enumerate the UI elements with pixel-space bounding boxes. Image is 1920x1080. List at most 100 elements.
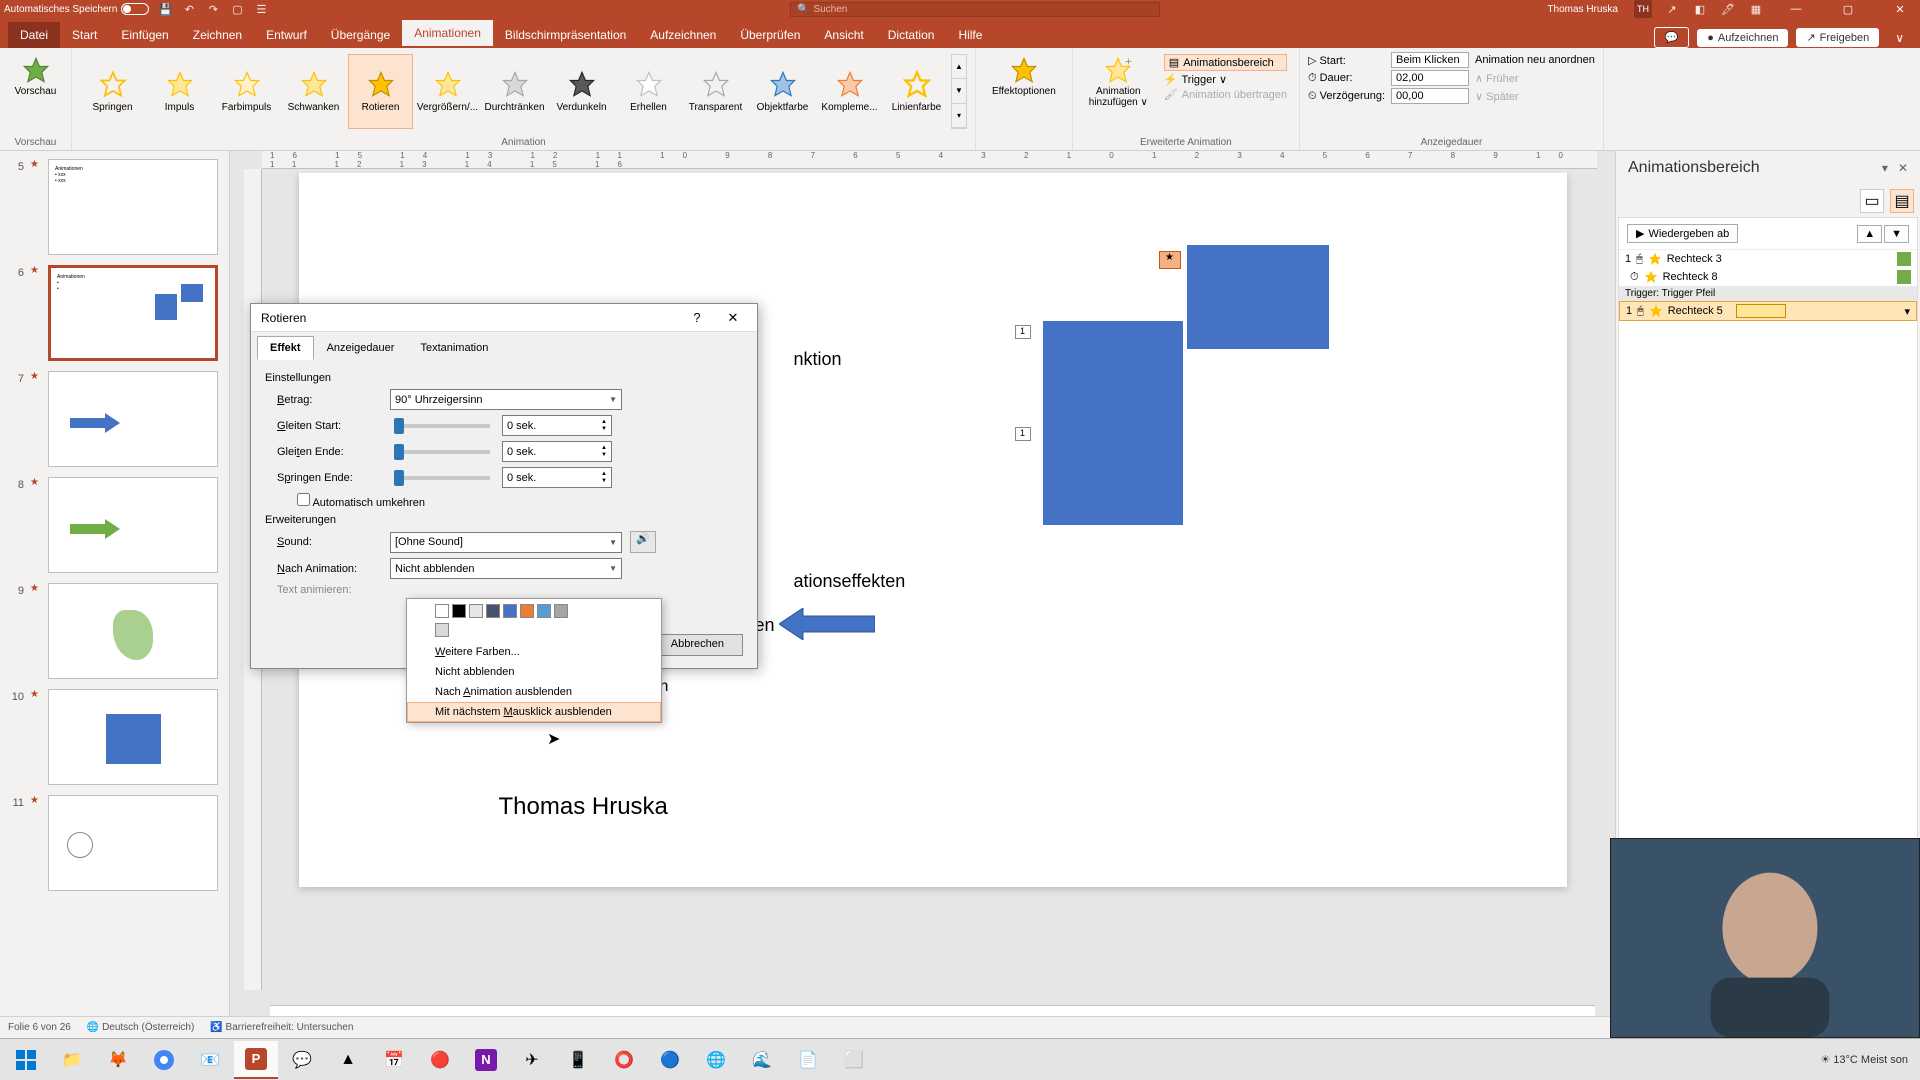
gleiten-ende-slider[interactable] — [394, 450, 490, 454]
undo-icon[interactable]: ↶ — [181, 1, 197, 17]
tb-icon2[interactable]: ◧ — [1692, 1, 1708, 17]
duration-input[interactable]: 02,00 — [1391, 70, 1469, 86]
anim-kompleme[interactable]: Kompleme... — [817, 54, 882, 129]
anim-item-trigger[interactable]: 1🖱 Rechteck 5 ▾ — [1619, 301, 1917, 321]
telegram-icon[interactable]: ✈ — [510, 1041, 554, 1079]
springen-ende-spinner[interactable]: 0 sek.▲▼ — [502, 467, 612, 488]
app-icon[interactable]: 📄 — [786, 1041, 830, 1079]
tab-aufzeichnen[interactable]: Aufzeichnen — [638, 22, 728, 48]
slide-thumb-10[interactable] — [48, 689, 218, 785]
hide-click-item[interactable]: Mit nächstem Mausklick ausblenden — [407, 702, 661, 722]
explorer-icon[interactable]: 📁 — [50, 1041, 94, 1079]
minimize-button[interactable]: — — [1776, 0, 1816, 18]
slide-thumb-9[interactable] — [48, 583, 218, 679]
tab-einfuegen[interactable]: Einfügen — [109, 22, 180, 48]
tb-icon1[interactable]: ↗ — [1664, 1, 1680, 17]
ribbon-collapse[interactable]: ∨ — [1887, 31, 1912, 45]
anim-vergroessern[interactable]: Vergrößern/... — [415, 54, 480, 129]
shape-rechteck-5[interactable] — [1043, 321, 1183, 525]
dialog-tab-anzeigedauer[interactable]: Anzeigedauer — [314, 336, 408, 360]
cancel-button[interactable]: Abbrechen — [652, 634, 743, 656]
dont-dim-item[interactable]: Nicht abblenden — [407, 662, 661, 682]
weather-widget[interactable]: ☀ 13°C Meist son — [1820, 1053, 1908, 1066]
anim-erhellen[interactable]: Erhellen — [616, 54, 681, 129]
onenote-icon[interactable]: N — [464, 1041, 508, 1079]
app-icon[interactable]: 🔵 — [648, 1041, 692, 1079]
auto-reverse-checkbox[interactable]: Automatisch umkehren — [297, 493, 425, 509]
slide-thumb-11[interactable] — [48, 795, 218, 891]
anim-rotieren[interactable]: Rotieren — [348, 54, 413, 129]
anim-item-0[interactable]: 1🖱 Rechteck 3 — [1619, 250, 1917, 268]
tab-datei[interactable]: Datei — [8, 22, 60, 48]
touch-icon[interactable]: ☰ — [253, 1, 269, 17]
app-icon[interactable]: 🔴 — [418, 1041, 462, 1079]
outlook-icon[interactable]: 📧 — [188, 1041, 232, 1079]
pane-view-timeline[interactable]: ▤ — [1890, 189, 1914, 213]
app-icon[interactable]: 🌐 — [694, 1041, 738, 1079]
color-swatch[interactable] — [469, 604, 483, 618]
app-icon[interactable]: ⬜ — [832, 1041, 876, 1079]
start-button[interactable] — [4, 1041, 48, 1079]
color-swatch[interactable] — [554, 604, 568, 618]
trigger-button[interactable]: ⚡ Trigger ∨ — [1164, 73, 1287, 86]
tab-hilfe[interactable]: Hilfe — [946, 22, 994, 48]
dialog-help[interactable]: ? — [683, 310, 711, 326]
edge-icon[interactable]: 🌊 — [740, 1041, 784, 1079]
delay-input[interactable]: 00,00 — [1391, 88, 1469, 104]
anim-durchtraenken[interactable]: Durchtränken — [482, 54, 547, 129]
anim-impuls[interactable]: Impuls — [147, 54, 212, 129]
firefox-icon[interactable]: 🦊 — [96, 1041, 140, 1079]
anim-verdunkeln[interactable]: Verdunkeln — [549, 54, 614, 129]
shape-rechteck-3[interactable] — [1187, 245, 1329, 349]
tab-zeichnen[interactable]: Zeichnen — [181, 22, 254, 48]
dialog-tab-effekt[interactable]: Effekt — [257, 336, 314, 360]
tab-start[interactable]: Start — [60, 22, 109, 48]
tab-ueberpruefen[interactable]: Überprüfen — [728, 22, 812, 48]
anim-springen[interactable]: Springen — [80, 54, 145, 129]
language-indicator[interactable]: 🌐 Deutsch (Österreich) — [87, 1022, 194, 1033]
search-input[interactable]: 🔍Suchen — [790, 2, 1160, 17]
dialog-tab-textanimation[interactable]: Textanimation — [407, 336, 501, 360]
powerpoint-icon[interactable]: P — [234, 1041, 278, 1079]
app-icon[interactable]: 💬 — [280, 1041, 324, 1079]
springen-ende-slider[interactable] — [394, 476, 490, 480]
color-swatch[interactable] — [452, 604, 466, 618]
pane-view-list[interactable]: ▭ — [1860, 189, 1884, 213]
tb-icon4[interactable]: ▦ — [1748, 1, 1764, 17]
tab-dictation[interactable]: Dictation — [876, 22, 947, 48]
anim-transparent[interactable]: Transparent — [683, 54, 748, 129]
color-swatch[interactable] — [503, 604, 517, 618]
slideshow-icon[interactable]: ▢ — [229, 1, 245, 17]
save-icon[interactable]: 💾 — [157, 1, 173, 17]
gleiten-ende-spinner[interactable]: 0 sek.▲▼ — [502, 441, 612, 462]
pane-dropdown[interactable]: ▾ — [1882, 161, 1888, 175]
sound-button[interactable]: 🔊 — [630, 531, 656, 553]
anim-farbimpuls[interactable]: Farbimpuls — [214, 54, 279, 129]
after-anim-combo[interactable]: Nicht abblenden▼ — [390, 558, 622, 579]
play-from-button[interactable]: ▶ Wiedergeben ab — [1627, 224, 1738, 243]
color-swatch[interactable] — [486, 604, 500, 618]
anim-schwanken[interactable]: Schwanken — [281, 54, 346, 129]
vlc-icon[interactable]: ▲ — [326, 1041, 370, 1079]
more-colors-item[interactable]: Weitere Farben... — [407, 642, 661, 662]
move-down-button[interactable]: ▼ — [1884, 225, 1909, 243]
chrome-icon[interactable] — [142, 1041, 186, 1079]
color-swatch[interactable] — [435, 604, 449, 618]
record-button[interactable]: ● Aufzeichnen — [1697, 29, 1788, 47]
gleiten-start-slider[interactable] — [394, 424, 490, 428]
tab-bildschirm[interactable]: Bildschirmpräsentation — [493, 22, 638, 48]
slide-thumbnails-panel[interactable]: 5★Animationen• xxx• xxx 6★Animationen•• … — [0, 151, 230, 1050]
tab-animationen[interactable]: Animationen — [402, 20, 493, 48]
gallery-scroll[interactable]: ▲▼▾ — [951, 54, 967, 129]
obs-icon[interactable]: ⭕ — [602, 1041, 646, 1079]
dialog-close[interactable]: ✕ — [719, 310, 747, 326]
slide-thumb-7[interactable] — [48, 371, 218, 467]
effect-options-button[interactable]: Effektoptionen — [984, 52, 1064, 101]
gleiten-start-spinner[interactable]: 0 sek.▲▼ — [502, 415, 612, 436]
animation-pane-button[interactable]: ▤ Animationsbereich — [1164, 54, 1287, 71]
start-combo[interactable]: Beim Klicken — [1391, 52, 1469, 68]
app-icon[interactable]: 📅 — [372, 1041, 416, 1079]
avatar[interactable]: TH — [1634, 0, 1652, 18]
tab-entwurf[interactable]: Entwurf — [254, 22, 319, 48]
pane-close[interactable]: ✕ — [1898, 161, 1908, 175]
